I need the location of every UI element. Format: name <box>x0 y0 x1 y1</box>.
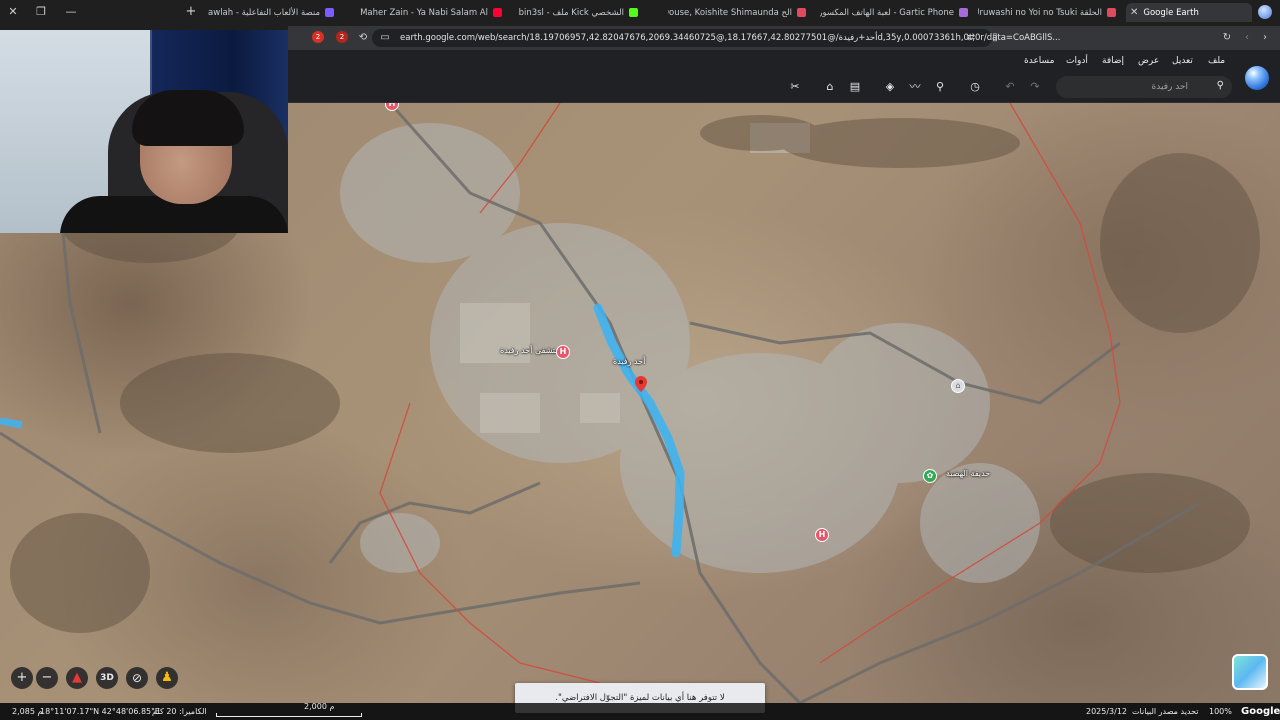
placemark-icon[interactable]: ⚲ <box>932 79 948 95</box>
tab-title: (734) Maher Zain - Ya Nabi Salam Al <box>358 7 488 18</box>
reload-icon[interactable]: ⟲ <box>356 31 370 45</box>
redo-icon[interactable]: ↷ <box>1027 79 1043 95</box>
tab-favicon <box>1107 8 1116 17</box>
undo-icon[interactable]: ↶ <box>1002 79 1018 95</box>
path-icon[interactable]: 〰 <box>907 79 923 95</box>
search-input[interactable] <box>1056 76 1212 98</box>
address-bar: 2 2 ⟲ ▭ earth.google.com/web/search/18.1… <box>288 26 1280 50</box>
location-pin-icon[interactable] <box>635 376 647 392</box>
menu-tools[interactable]: أدوات <box>1066 53 1088 69</box>
poi-marker[interactable]: ⌂ <box>951 379 965 393</box>
browser-tab[interactable]: انمي Douse, Koishite Shimaunda الح <box>668 3 810 22</box>
tab-favicon <box>629 8 638 17</box>
browser-tab-strip: ✕ ❐ — + جولة | Jawlah - منصة الألعاب الت… <box>0 0 1280 25</box>
bookmark-icon[interactable]: ▯ <box>988 31 1002 45</box>
translate-icon[interactable]: ⇄ <box>964 31 978 45</box>
browser-tab[interactable]: (734) Maher Zain - Ya Nabi Salam Al <box>358 3 506 22</box>
tab-title: انمي Uruwashi no Yoi no Tsuki الحلقة <box>978 7 1102 18</box>
zoom-level: 100% <box>1209 707 1232 716</box>
data-attribution-link[interactable]: تحديد مصدر البيانات <box>1132 703 1199 720</box>
hospital-marker[interactable]: H <box>815 528 829 542</box>
browser-tab-active[interactable]: ✕ Google Earth <box>1126 3 1252 22</box>
tab-favicon <box>797 8 806 17</box>
app-menu-bar: ملف تعديل عرض إضافة أدوات مساعدة <box>288 50 1280 72</box>
scale-label: 2,000 م <box>304 702 335 711</box>
webcam-overlay <box>0 30 288 233</box>
close-tab-icon[interactable]: ✕ <box>1130 7 1138 18</box>
search-box: ⚲ <box>1056 76 1232 98</box>
google-logo: Google <box>1241 706 1280 717</box>
url-text: earth.google.com/web/search/18.19706957,… <box>400 33 1061 43</box>
browser-tab[interactable]: bin3sl - ملف Kick الشخصي <box>512 3 642 22</box>
map-label[interactable]: أحد رفيدة <box>613 357 645 366</box>
camera-altitude: الكاميرا: 20 كلم <box>152 707 207 716</box>
tab-favicon <box>493 8 502 17</box>
menu-view[interactable]: عرض <box>1138 53 1159 69</box>
projects-icon[interactable]: ▤ <box>847 79 863 95</box>
toggle-3d-button[interactable]: 3D <box>96 667 118 689</box>
hospital-marker[interactable]: H <box>556 345 570 359</box>
compass-icon[interactable]: ▲ <box>66 667 88 689</box>
close-window-icon[interactable]: ✕ <box>4 4 22 20</box>
tab-favicon <box>325 8 334 17</box>
measure-icon[interactable]: ✂ <box>787 79 803 95</box>
browser-tab[interactable]: انمي Uruwashi no Yoi no Tsuki الحلقة <box>978 3 1120 22</box>
search-icon[interactable]: ⚲ <box>1217 80 1224 91</box>
pegman-icon[interactable]: ♟ <box>156 667 178 689</box>
coordinates-readout: 18°11'07.17"N 42°48'06.85"E <box>40 707 160 716</box>
tab-title: bin3sl - ملف Kick الشخصي <box>518 7 624 18</box>
tab-title: انمي Douse, Koishite Shimaunda الح <box>668 7 792 18</box>
refresh-icon[interactable]: ↻ <box>1220 31 1234 45</box>
menu-add[interactable]: إضافة <box>1102 53 1124 69</box>
zoom-in-button[interactable]: + <box>11 667 33 689</box>
tab-title: Google Earth <box>1143 7 1199 18</box>
altitude-readout: 2,085 م <box>12 707 43 716</box>
menu-file[interactable]: ملف <box>1208 53 1225 69</box>
browser-tab[interactable]: لعبة الهاتف المكسور - Gartic Phone <box>820 3 972 22</box>
tab-favicon <box>959 8 968 17</box>
extension-badge[interactable]: 2 <box>312 31 324 43</box>
park-marker[interactable]: ✿ <box>923 469 937 483</box>
new-tab-button[interactable]: + <box>184 3 198 21</box>
zoom-out-button[interactable]: − <box>36 667 58 689</box>
history-icon[interactable]: ◷ <box>967 79 983 95</box>
layers-icon[interactable]: ◈ <box>882 79 898 95</box>
webcam-person-hair <box>132 90 244 146</box>
menu-help[interactable]: مساعدة <box>1024 53 1054 69</box>
back-icon[interactable]: ‹ <box>1240 31 1254 45</box>
restore-window-icon[interactable]: ❐ <box>32 4 50 20</box>
site-info-icon[interactable]: ▭ <box>378 31 392 45</box>
extension-badge[interactable]: 2 <box>336 31 348 43</box>
minimize-window-icon[interactable]: — <box>62 4 80 20</box>
map-label[interactable]: حديقة الهضبة <box>946 469 990 478</box>
location-off-icon[interactable]: ⊘ <box>126 667 148 689</box>
status-bar: 2,085 م 18°11'07.17"N 42°48'06.85"E الكا… <box>0 702 1280 720</box>
imagery-date: 2025/3/12 <box>1086 707 1128 716</box>
map-style-thumbnail[interactable] <box>1232 654 1268 690</box>
scale-bar <box>216 713 362 717</box>
tab-title: لعبة الهاتف المكسور - Gartic Phone <box>820 7 954 18</box>
profile-avatar[interactable] <box>1258 5 1272 19</box>
google-earth-logo[interactable] <box>1245 66 1269 90</box>
photos-icon[interactable]: ⌂ <box>822 79 838 95</box>
menu-edit[interactable]: تعديل <box>1172 53 1193 69</box>
browser-tab[interactable]: جولة | Jawlah - منصة الألعاب التفاعلية <box>208 3 338 22</box>
tab-title: جولة | Jawlah - منصة الألعاب التفاعلية <box>208 7 320 18</box>
forward-icon[interactable]: › <box>1258 31 1272 45</box>
app-toolbar: ✂ ⌂ ▤ ◈ 〰 ⚲ ◷ ↶ ↷ ⚲ <box>288 66 1280 103</box>
